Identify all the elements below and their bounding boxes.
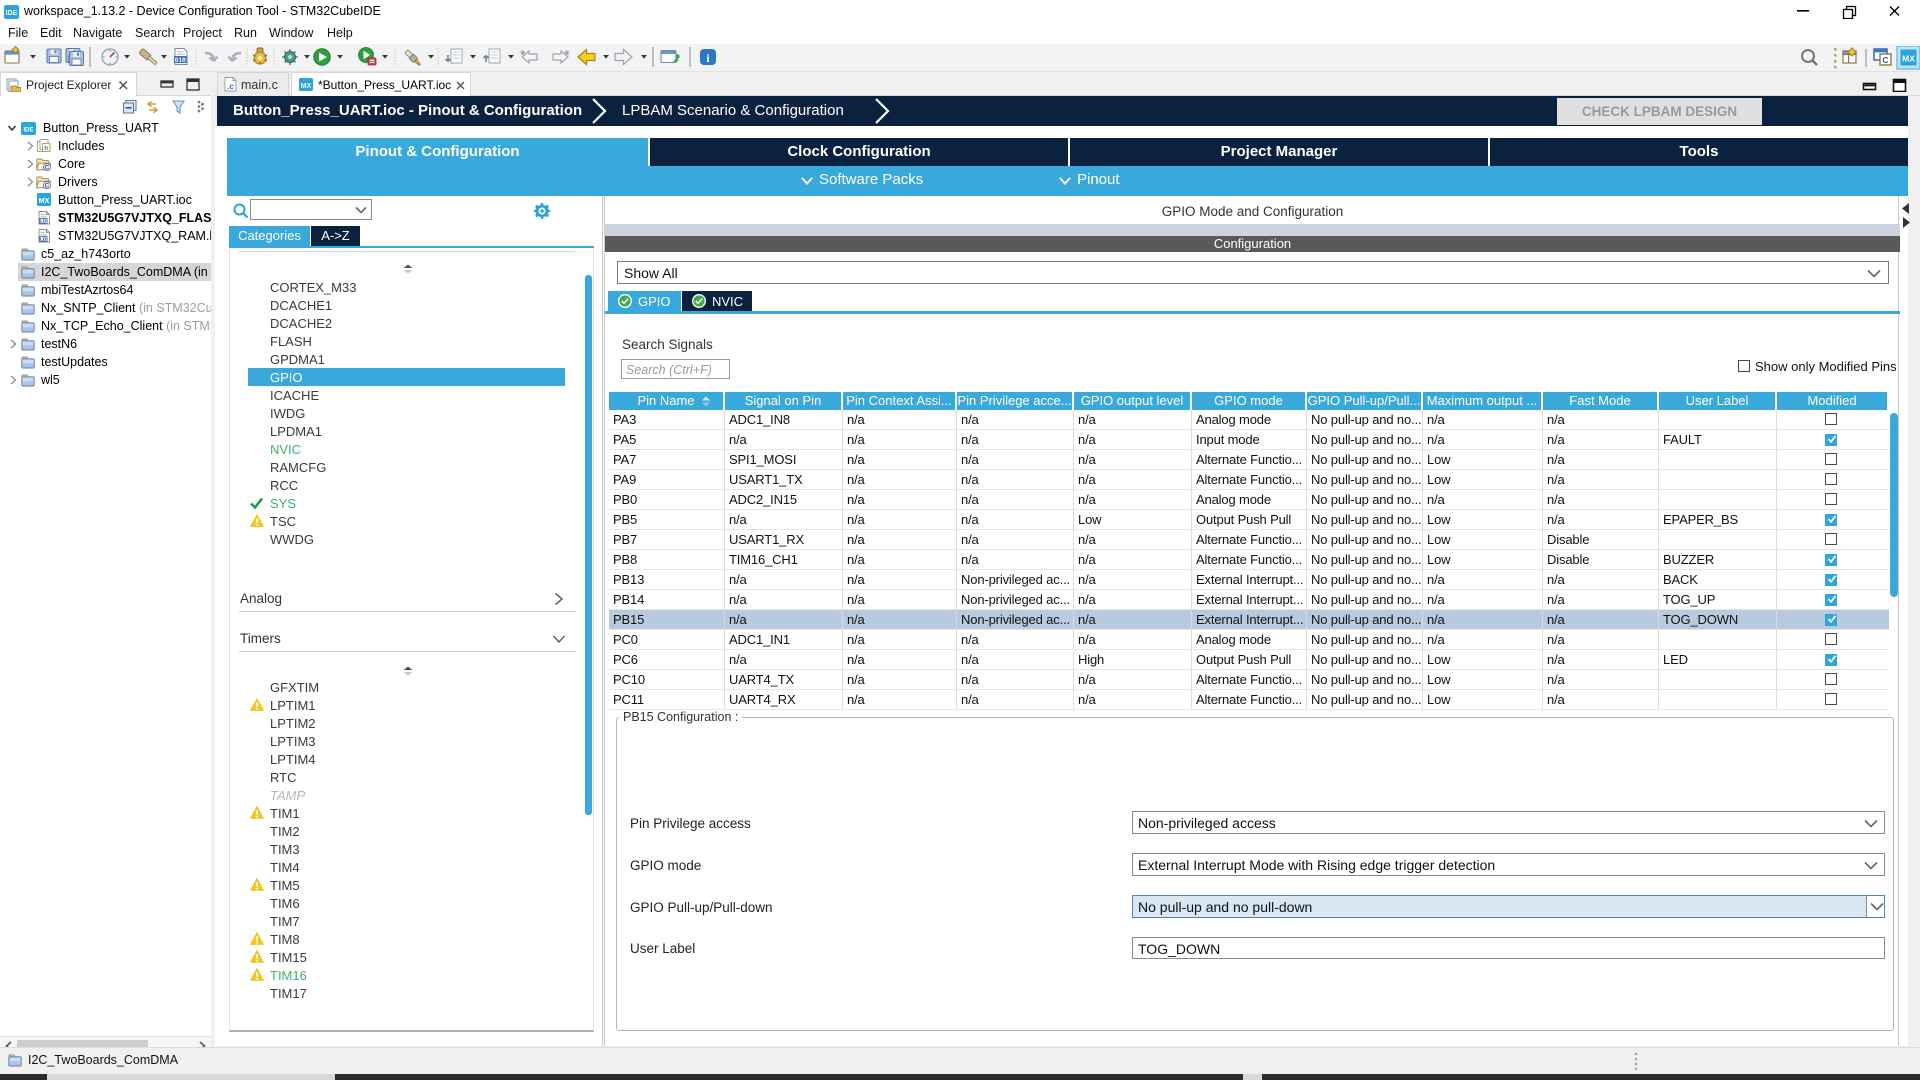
svg-text:C: C bbox=[1882, 55, 1888, 65]
svg-text:IDE: IDE bbox=[6, 10, 18, 17]
svg-text:.c: .c bbox=[227, 82, 234, 91]
svg-text:MX: MX bbox=[1902, 54, 1915, 64]
svg-text:010: 010 bbox=[175, 57, 186, 64]
